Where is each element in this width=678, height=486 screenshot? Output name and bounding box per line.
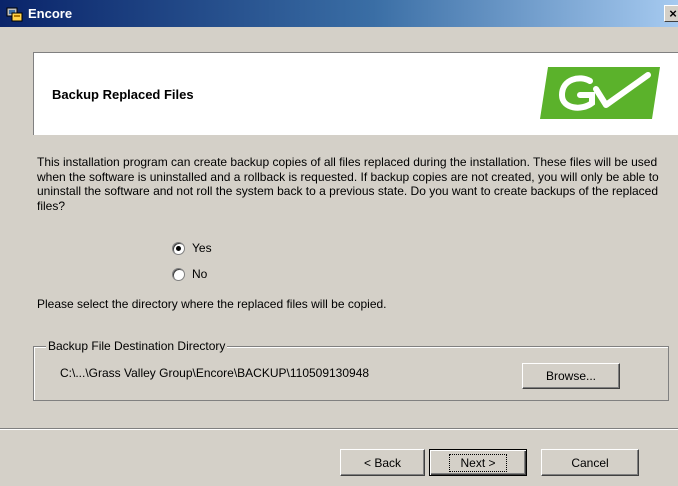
back-button[interactable]: < Back [340,449,425,476]
destination-path: C:\...\Grass Valley Group\Encore\BACKUP\… [60,366,370,380]
installer-app-icon [6,7,23,22]
installer-window: Encore × Backup Replaced Files This inst… [0,0,678,486]
browse-button-label: Browse... [545,369,596,383]
browse-button[interactable]: Browse... [522,363,620,389]
next-button-label: Next > [449,453,507,472]
radio-no-button[interactable] [172,267,185,281]
page-title: Backup Replaced Files [52,87,194,102]
close-button[interactable]: × [664,5,678,22]
select-directory-text: Please select the directory where the re… [37,297,387,311]
cancel-button-label: Cancel [571,455,609,470]
next-button[interactable]: Next > [429,449,527,476]
title-bar[interactable]: Encore × [0,0,678,27]
description-text: This installation program can create bac… [37,155,659,213]
destination-legend: Backup File Destination Directory [46,339,228,353]
radio-yes[interactable]: Yes [172,240,212,256]
grass-valley-logo-icon [540,67,660,119]
back-button-label: < Back [363,455,402,470]
radio-yes-label[interactable]: Yes [192,241,212,255]
header-panel: Backup Replaced Files [33,52,678,135]
radio-no[interactable]: No [172,266,207,282]
radio-yes-button[interactable] [172,241,185,255]
footer-separator [0,428,678,430]
radio-no-label[interactable]: No [192,267,207,281]
window-title: Encore [28,6,73,21]
cancel-button[interactable]: Cancel [541,449,639,476]
